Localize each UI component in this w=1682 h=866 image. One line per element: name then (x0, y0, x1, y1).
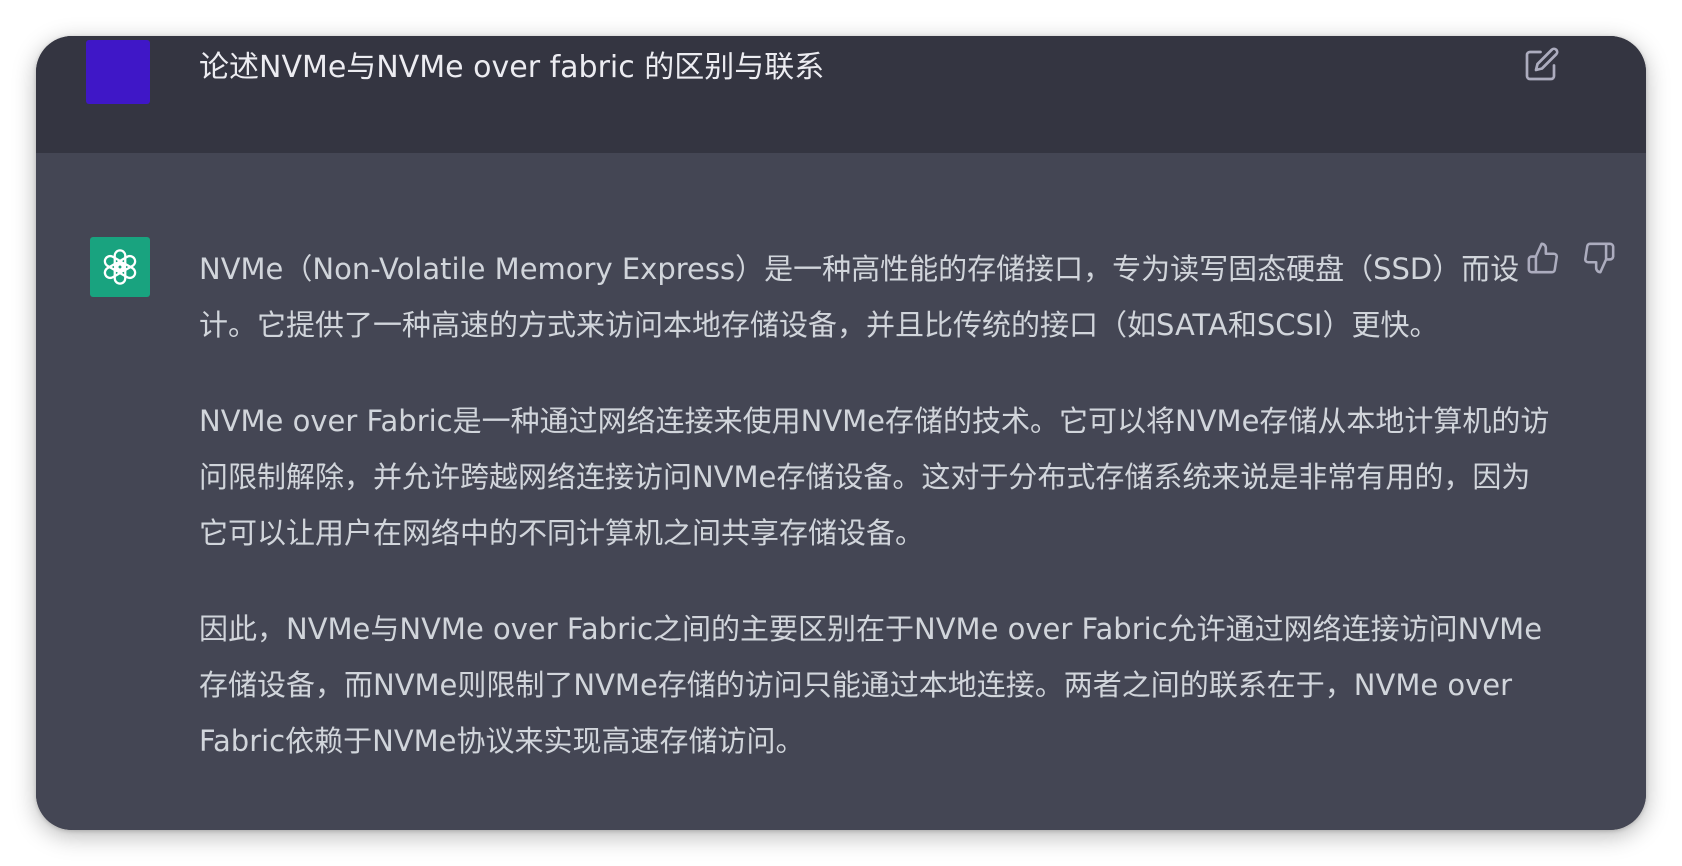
assistant-message-text: NVMe（Non-Volatile Memory Express）是一种高性能的… (199, 241, 1559, 809)
user-avatar (86, 40, 150, 104)
assistant-avatar (90, 237, 150, 297)
openai-logo-icon (103, 249, 137, 285)
assistant-message-row: NVMe（Non-Volatile Memory Express）是一种高性能的… (36, 153, 1646, 830)
thumbs-up-icon (1527, 242, 1558, 274)
chat-window: 论述NVMe与NVMe over fabric 的区别与联系 NVMe（Non-… (36, 36, 1646, 830)
thumbs-down-icon (1584, 242, 1615, 274)
edit-icon (1525, 47, 1559, 81)
thumbs-up-button[interactable] (1526, 241, 1560, 275)
user-message-row: 论述NVMe与NVMe over fabric 的区别与联系 (36, 36, 1646, 154)
user-message-text: 论述NVMe与NVMe over fabric 的区别与联系 (199, 50, 825, 85)
answer-paragraph-1: NVMe（Non-Volatile Memory Express）是一种高性能的… (199, 252, 1520, 342)
thumbs-down-button[interactable] (1582, 241, 1616, 275)
edit-message-button[interactable] (1524, 46, 1560, 82)
answer-paragraph-3: 因此，NVMe与NVMe over Fabric之间的主要区别在于NVMe ov… (199, 612, 1543, 758)
answer-paragraph-2: NVMe over Fabric是一种通过网络连接来使用NVMe存储的技术。它可… (199, 404, 1550, 550)
